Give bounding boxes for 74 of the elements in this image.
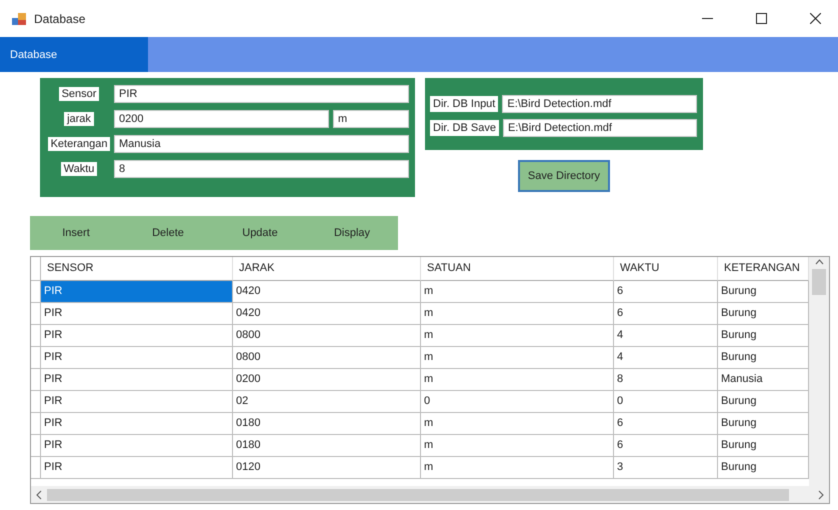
table-cell[interactable]: Burung [718, 457, 809, 479]
field-label: Dir. DB Save [430, 120, 499, 136]
input-field[interactable]: PIR [114, 85, 409, 103]
table-cell[interactable]: 0180 [233, 413, 421, 435]
field-label: Sensor [58, 87, 100, 101]
table-cell[interactable]: Burung [718, 435, 809, 457]
action-button[interactable]: Insert [30, 216, 122, 250]
menu-tab[interactable]: Database [0, 37, 148, 72]
table-cell[interactable]: m [421, 303, 614, 325]
scroll-left-icon[interactable] [35, 490, 43, 500]
table-cell[interactable]: Burung [718, 281, 809, 303]
corner-header [31, 257, 41, 281]
table-cell[interactable]: Burung [718, 303, 809, 325]
action-button[interactable]: Delete [122, 216, 214, 250]
unit-field[interactable]: m [333, 110, 409, 128]
app-icon [12, 12, 26, 24]
table-cell[interactable]: Burung [718, 413, 809, 435]
table-cell[interactable]: 3 [614, 457, 718, 479]
horizontal-scrollbar[interactable] [31, 486, 829, 503]
table-cell[interactable]: 6 [614, 281, 718, 303]
table-cell[interactable]: 0800 [233, 347, 421, 369]
scrollbar-thumb[interactable] [47, 488, 789, 500]
table-cell[interactable]: m [421, 369, 614, 391]
table-cell[interactable]: m [421, 457, 614, 479]
table-cell[interactable]: 0 [421, 391, 614, 413]
table-cell[interactable]: PIR [41, 413, 233, 435]
vertical-scrollbar[interactable] [809, 257, 829, 486]
table-cell[interactable]: 0 [614, 391, 718, 413]
scroll-right-icon[interactable] [817, 490, 825, 500]
field-label: Waktu [60, 162, 98, 176]
table-cell[interactable]: PIR [41, 325, 233, 347]
table-cell[interactable]: 6 [614, 303, 718, 325]
table-cell[interactable]: PIR [41, 303, 233, 325]
table-cell[interactable]: 8 [614, 369, 718, 391]
scrollbar-thumb[interactable] [812, 269, 826, 295]
table-cell[interactable]: m [421, 435, 614, 457]
table-cell[interactable]: Manusia [718, 369, 809, 391]
field-label: Keterangan [48, 137, 110, 151]
table-cell[interactable]: PIR [41, 391, 233, 413]
input-field[interactable]: 0200 [114, 110, 329, 128]
table-cell[interactable]: 02 [233, 391, 421, 413]
scroll-up-icon[interactable] [814, 257, 824, 267]
field-label: Dir. DB Input [430, 96, 498, 112]
input-field[interactable]: 8 [114, 160, 409, 178]
table-cell[interactable]: 0420 [233, 303, 421, 325]
table-cell[interactable]: PIR [41, 435, 233, 457]
table-cell[interactable]: PIR [41, 281, 233, 303]
table-cell[interactable]: Burung [718, 391, 809, 413]
table-cell[interactable]: 0180 [233, 435, 421, 457]
table-cell[interactable]: PIR [41, 369, 233, 391]
action-button[interactable]: Display [306, 216, 398, 250]
table-cell[interactable]: m [421, 347, 614, 369]
table-cell[interactable]: 6 [614, 413, 718, 435]
table-cell[interactable]: 0200 [233, 369, 421, 391]
table-cell[interactable]: PIR [41, 347, 233, 369]
window-title: Database [34, 12, 86, 26]
table-cell[interactable]: m [421, 281, 614, 303]
table-cell[interactable]: 0800 [233, 325, 421, 347]
save-directory-button[interactable]: Save Directory [518, 160, 610, 192]
field-label: jarak [64, 112, 94, 126]
table-cell[interactable]: Burung [718, 325, 809, 347]
table-cell[interactable]: m [421, 413, 614, 435]
table-cell[interactable]: 0120 [233, 457, 421, 479]
table-cell[interactable]: 6 [614, 435, 718, 457]
table-cell[interactable]: 4 [614, 325, 718, 347]
input-field[interactable]: E:\Bird Detection.mdf [502, 119, 697, 137]
action-button[interactable]: Update [214, 216, 306, 250]
table-cell[interactable]: 0420 [233, 281, 421, 303]
table-cell[interactable]: Burung [718, 347, 809, 369]
input-field[interactable]: Manusia [114, 135, 409, 153]
table-cell[interactable]: m [421, 325, 614, 347]
table-cell[interactable]: PIR [41, 457, 233, 479]
table-cell[interactable]: 4 [614, 347, 718, 369]
input-field[interactable]: E:\Bird Detection.mdf [502, 95, 697, 113]
